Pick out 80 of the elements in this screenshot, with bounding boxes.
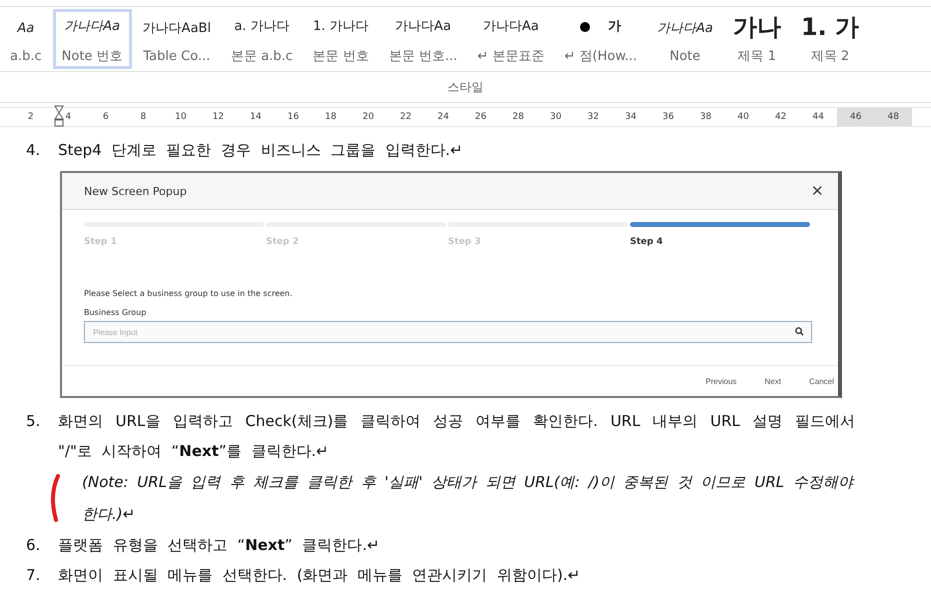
- ruler-number: 16: [288, 111, 299, 124]
- ruler-number: 10: [175, 111, 186, 124]
- style-name: 본문 번호...: [388, 48, 458, 65]
- footer-button[interactable]: Next: [764, 376, 782, 386]
- ruler-number: 36: [662, 111, 674, 124]
- style-name: ↵ 점(How...: [564, 48, 638, 65]
- ruler-number: 6: [102, 111, 109, 124]
- list-number: 4.: [26, 140, 42, 161]
- style-preview: 가나다Aa: [657, 20, 713, 38]
- style-name: Table Co...: [143, 48, 210, 64]
- close-button[interactable]: ✕: [811, 182, 824, 200]
- style-preview: 가: [608, 18, 622, 36]
- note-text: (Note: URL을 입력 후 체크를 클릭한 후 '실패' 상태가 되면 URL(예: /)이 중복된 것 이므로 URL 수정해야 한다.)↵: [82, 472, 855, 525]
- style-preview: 가나다Aa: [482, 18, 539, 36]
- style-preview: 가나: [732, 13, 781, 41]
- style-gallery-item[interactable]: 가나다Aa Note: [648, 9, 722, 69]
- step-text: 화면의 URL을 입력하고 Check(체크)를 클릭하여 성공 여부를 확인한다. URL 내부의 URL 설명 필드에서 "/"로 시작하여 “Next”를 클릭한다.↵: [58, 411, 855, 462]
- bullet-icon: [580, 22, 590, 32]
- footer-button[interactable]: Previous: [706, 376, 737, 386]
- instruction-text: Please Select a business group to use in the screen.: [84, 289, 294, 298]
- step-text: 화면이 표시될 메뉴를 선택한다. (화면과 메뉴를 연관시키기 위함이다).↵: [58, 565, 582, 586]
- style-name: Note: [670, 48, 700, 64]
- bracket-mark-icon: [48, 473, 60, 523]
- step-label[interactable]: Step 4: [630, 237, 812, 247]
- style-name: Note 번호: [62, 48, 123, 65]
- ruler-number: 42: [775, 111, 786, 124]
- popup-title: New Screen Popup: [84, 184, 187, 198]
- field-label: Business Group: [84, 308, 148, 317]
- ruler-number: 44: [812, 111, 824, 124]
- style-gallery-item[interactable]: 가나다AaBl Table Co...: [134, 9, 220, 69]
- style-gallery-item[interactable]: 1. 가나다 본문 번호: [304, 9, 378, 69]
- ruler-number: 8: [140, 111, 146, 124]
- ruler-number: 20: [362, 111, 374, 124]
- style-preview: 1. 가나다: [313, 18, 369, 36]
- ruler-number: 34: [625, 111, 636, 124]
- style-preview: 가나다Aa: [64, 18, 120, 36]
- style-preview: Aa: [17, 20, 34, 38]
- style-gallery-item[interactable]: a. 가나다 본문 a.b.c: [222, 9, 302, 69]
- style-preview: 가나다AaBl: [142, 20, 211, 38]
- style-name: a.b.c: [10, 48, 42, 64]
- ruler-number: 38: [700, 111, 712, 124]
- ruler-number: 46: [850, 111, 862, 124]
- ruler-number: 40: [738, 111, 749, 124]
- style-gallery-item[interactable]: 1. 가 제목 2: [792, 9, 868, 69]
- style-preview: a. 가나다: [234, 18, 290, 36]
- search-icon[interactable]: [795, 327, 804, 336]
- ruler-number: 14: [250, 111, 262, 124]
- ruler-number: 30: [550, 111, 562, 124]
- group-label: 스타일: [448, 78, 484, 96]
- ruler-number: 12: [212, 111, 224, 124]
- ruler-number: 48: [888, 111, 899, 124]
- style-name: 제목 1: [738, 48, 776, 65]
- style-name: 제목 2: [810, 48, 850, 65]
- style-preview: 1. 가: [800, 13, 860, 41]
- list-number: 5.: [26, 411, 42, 432]
- footer-button[interactable]: Cancel: [809, 376, 834, 386]
- style-name: 본문 번호: [312, 48, 369, 65]
- ruler-number: 18: [325, 111, 336, 124]
- style-name: ↵ 본문표준: [477, 48, 544, 65]
- ruler-number: 28: [512, 111, 524, 124]
- style-gallery-item[interactable]: Aa a.b.c: [1, 9, 51, 69]
- ruler-number: 26: [475, 111, 486, 124]
- ruler-number: 32: [588, 111, 599, 124]
- style-name: 본문 a.b.c: [230, 48, 293, 65]
- style-gallery-item[interactable]: 가나 제목 1: [724, 9, 790, 69]
- list-number: 6.: [26, 535, 42, 556]
- style-gallery-item[interactable]: 가나다Aa Note 번호: [52, 9, 132, 69]
- step-text: 플랫폼 유형을 선택하고 “Next” 클릭한다.↵: [58, 535, 381, 556]
- ruler-number: 22: [400, 111, 412, 124]
- step-text: Step4 단계로 필요한 경우 비즈니스 그룹을 입력한다.↵: [58, 140, 464, 161]
- ruler-number: 24: [438, 111, 449, 124]
- ruler-number: 4: [65, 111, 72, 124]
- ruler-number: 2: [28, 111, 34, 124]
- list-number: 7.: [26, 565, 42, 586]
- indent-marker-icon[interactable]: [54, 105, 64, 127]
- style-gallery-item[interactable]: 가나다Aa ↵ 본문표준: [468, 9, 554, 69]
- style-gallery-item[interactable]: 가 ↵ 점(How...: [555, 9, 646, 69]
- style-gallery-item[interactable]: 가나다Aa 본문 번호...: [380, 9, 466, 69]
- business-group-field[interactable]: Please Input: [84, 321, 812, 343]
- style-preview: 가나다Aa: [395, 18, 452, 36]
